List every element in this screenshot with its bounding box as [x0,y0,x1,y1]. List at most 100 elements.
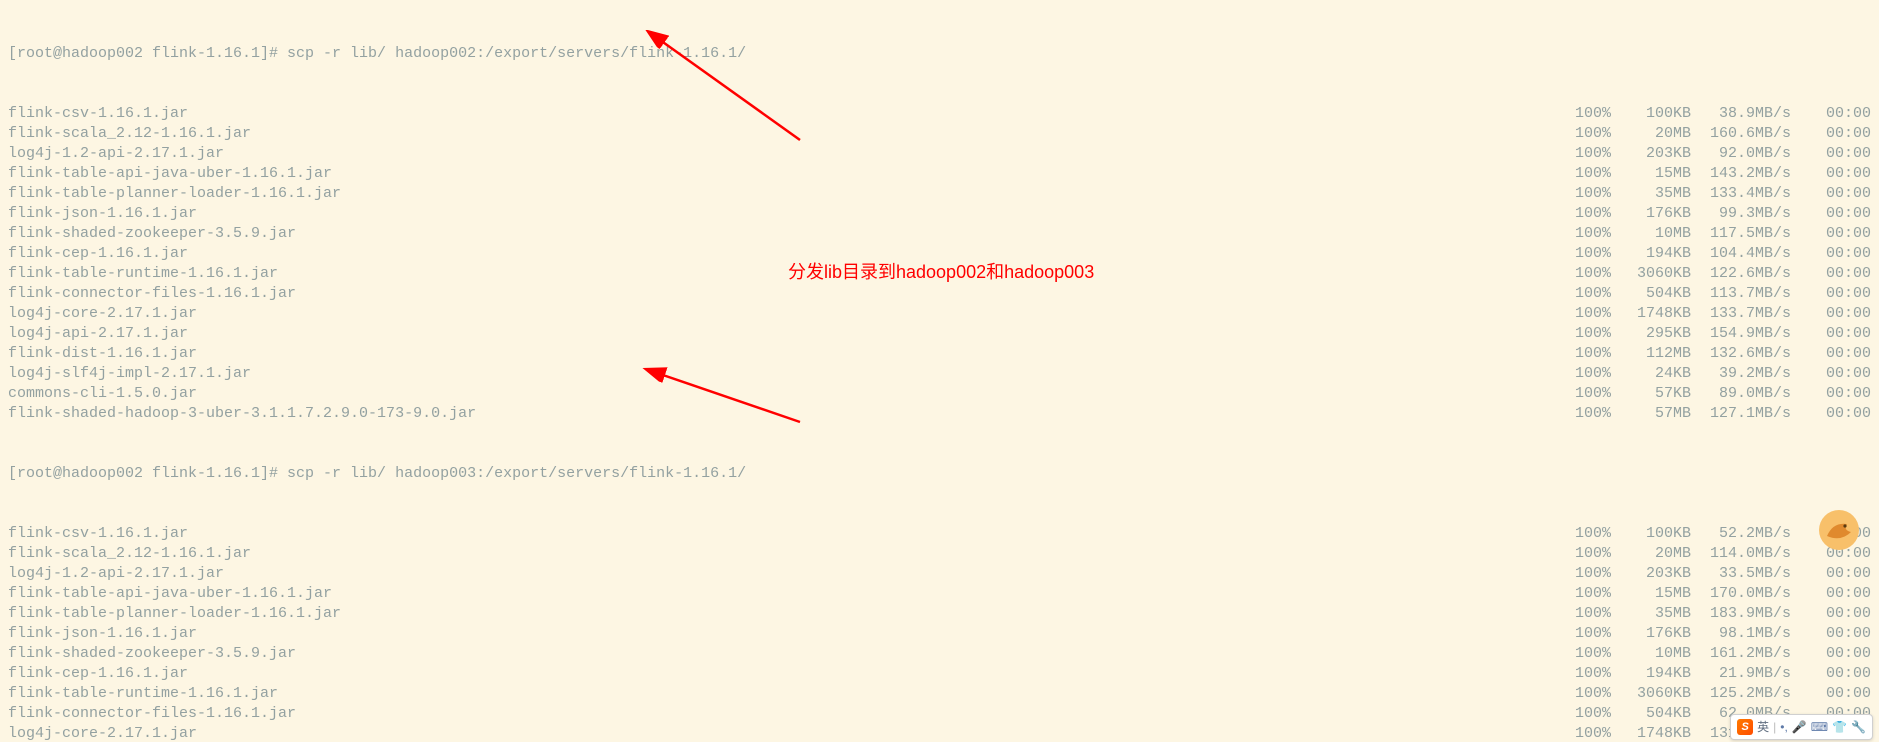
file-transfer-line: flink-table-runtime-1.16.1.jar100%3060KB… [8,264,1871,284]
file-name: log4j-core-2.17.1.jar [8,304,197,324]
transfer-time: 00:00 [1791,584,1871,604]
transfer-size: 20MB [1611,124,1691,144]
transfer-size: 10MB [1611,224,1691,244]
transfer-stats: 100%10MB117.5MB/s00:00 [1561,224,1871,244]
file-name: flink-json-1.16.1.jar [8,204,197,224]
file-transfer-line: log4j-core-2.17.1.jar 100%1748KB133.7MB/s… [8,304,1871,324]
file-transfer-line: log4j-1.2-api-2.17.1.jar100%203KB92.0MB/… [8,144,1871,164]
transfer-percent: 100% [1561,124,1611,144]
transfer-speed: 122.6MB/s [1691,264,1791,284]
ime-language-indicator[interactable]: 英 [1757,717,1769,737]
transfer-stats: 100%15MB143.2MB/s00:00 [1561,164,1871,184]
file-name: flink-scala_2.12-1.16.1.jar [8,124,251,144]
transfer-speed: 160.6MB/s [1691,124,1791,144]
transfer-stats: 100%100KB52.2MB/s00:00 [1561,524,1871,544]
transfer-stats: 100%35MB133.4MB/s00:00 [1561,184,1871,204]
transfer-time: 00:00 [1791,304,1871,324]
transfer-size: 100KB [1611,104,1691,124]
file-transfer-line: flink-table-planner-loader-1.16.1.jar 100… [8,184,1871,204]
file-transfer-line: flink-connector-files-1.16.1.jar100%504K… [8,284,1871,304]
transfer-percent: 100% [1561,184,1611,204]
file-name: flink-cep-1.16.1.jar [8,664,188,684]
ime-toolbar[interactable]: S 英 | •, 🎤 ⌨ 👕 🔧 [1730,714,1873,740]
file-name: flink-table-planner-loader-1.16.1.jar [8,184,341,204]
transfer-size: 24KB [1611,364,1691,384]
transfer-percent: 100% [1561,544,1611,564]
command-prompt-line: [root@hadoop002 flink-1.16.1]# scp -r li… [8,464,1871,484]
transfer-percent: 100% [1561,244,1611,264]
command-2: [root@hadoop002 flink-1.16.1]# scp -r li… [8,464,746,484]
transfer-time: 00:00 [1791,204,1871,224]
file-name: log4j-api-2.17.1.jar [8,324,188,344]
transfer-size: 203KB [1611,564,1691,584]
transfer-time: 00:00 [1791,344,1871,364]
transfer-stats: 100%20MB114.0MB/s00:00 [1561,544,1871,564]
transfer-time: 00:00 [1791,364,1871,384]
file-transfer-line: flink-table-runtime-1.16.1.jar100%3060KB… [8,684,1871,704]
transfer-time: 00:00 [1791,564,1871,584]
transfer-percent: 100% [1561,144,1611,164]
file-name: log4j-slf4j-impl-2.17.1.jar [8,364,251,384]
transfer-stats: 100%504KB113.7MB/s00:00 [1561,284,1871,304]
transfer-percent: 100% [1561,564,1611,584]
transfer-speed: 89.0MB/s [1691,384,1791,404]
transfer-percent: 100% [1561,384,1611,404]
file-name: flink-cep-1.16.1.jar [8,244,188,264]
ime-punctuation-icon[interactable]: •, [1780,717,1788,737]
transfer-time: 00:00 [1791,624,1871,644]
transfer-percent: 100% [1561,584,1611,604]
transfer-size: 194KB [1611,244,1691,264]
transfer-size: 20MB [1611,544,1691,564]
file-transfer-line: log4j-1.2-api-2.17.1.jar100%203KB33.5MB/… [8,564,1871,584]
transfer-speed: 125.2MB/s [1691,684,1791,704]
transfer-speed: 113.7MB/s [1691,284,1791,304]
file-transfer-line: flink-dist-1.16.1.jar 100%112MB132.6MB/s0… [8,344,1871,364]
ime-settings-icon[interactable]: 🔧 [1851,717,1866,737]
transfer-speed: 183.9MB/s [1691,604,1791,624]
file-transfer-line: log4j-slf4j-impl-2.17.1.jar 100%24KB39.2M… [8,364,1871,384]
file-name: flink-csv-1.16.1.jar [8,104,188,124]
transfer-percent: 100% [1561,524,1611,544]
file-transfer-line: flink-shaded-zookeeper-3.5.9.jar100%10MB… [8,224,1871,244]
transfer-speed: 52.2MB/s [1691,524,1791,544]
transfer-stats: 100%15MB170.0MB/s00:00 [1561,584,1871,604]
file-name: flink-dist-1.16.1.jar [8,344,197,364]
transfer-stats: 100%112MB132.6MB/s00:00 [1561,344,1871,364]
transfer-percent: 100% [1561,684,1611,704]
transfer-size: 57MB [1611,404,1691,424]
file-transfer-line: flink-csv-1.16.1.jar100%100KB38.9MB/s00:… [8,104,1871,124]
file-name: log4j-core-2.17.1.jar [8,724,197,742]
transfer-percent: 100% [1561,704,1611,724]
file-name: flink-shaded-hadoop-3-uber-3.1.1.7.2.9.0… [8,404,476,424]
transfer-percent: 100% [1561,304,1611,324]
file-name: commons-cli-1.5.0.jar [8,384,197,404]
transfer-percent: 100% [1561,344,1611,364]
transfer-percent: 100% [1561,364,1611,384]
transfer-size: 295KB [1611,324,1691,344]
transfer-stats: 100%176KB98.1MB/s00:00 [1561,624,1871,644]
transfer-time: 00:00 [1791,644,1871,664]
transfer-stats: 100%194KB104.4MB/s00:00 [1561,244,1871,264]
ime-softkeyboard-icon[interactable]: ⌨ [1811,717,1828,737]
file-transfer-line: flink-json-1.16.1.jar100%176KB99.3MB/s00… [8,204,1871,224]
transfer-speed: 117.5MB/s [1691,224,1791,244]
transfer-speed: 39.2MB/s [1691,364,1791,384]
transfer-size: 112MB [1611,344,1691,364]
transfer-stats: 100%20MB160.6MB/s00:00 [1561,124,1871,144]
transfer-size: 1748KB [1611,304,1691,324]
file-name: flink-json-1.16.1.jar [8,624,197,644]
transfer-stats: 100%10MB161.2MB/s00:00 [1561,644,1871,664]
terminal-output[interactable]: [root@hadoop002 flink-1.16.1]# scp -r li… [0,0,1879,742]
transfer-time: 00:00 [1791,124,1871,144]
transfer-time: 00:00 [1791,264,1871,284]
file-name: log4j-1.2-api-2.17.1.jar [8,564,224,584]
transfer-speed: 143.2MB/s [1691,164,1791,184]
ime-skin-icon[interactable]: 👕 [1832,717,1847,737]
transfer-time: 00:00 [1791,104,1871,124]
ime-mic-icon[interactable]: 🎤 [1792,717,1807,737]
transfer-size: 194KB [1611,664,1691,684]
transfer-speed: 133.7MB/s [1691,304,1791,324]
ime-logo-icon: S [1737,719,1753,735]
file-name: flink-csv-1.16.1.jar [8,524,188,544]
transfer-size: 504KB [1611,284,1691,304]
